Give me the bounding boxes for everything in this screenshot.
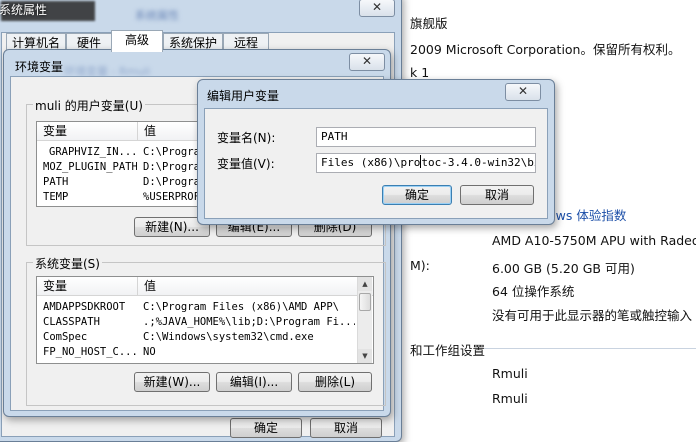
sys-cancel-button[interactable]: 取消 — [310, 418, 382, 438]
system-variables-label: 系统变量(S) — [33, 255, 102, 272]
edit-window-title: 编辑用户变量 — [207, 89, 280, 103]
window-title: 系统属性 — [0, 3, 48, 17]
variable-value-input[interactable]: Files (x86)\protoc-3.4.0-win32\bin; — [316, 153, 536, 173]
variable-name-cell: GRAPHVIZ_IN... — [49, 146, 137, 158]
scroll-up-icon[interactable]: ▲ — [358, 277, 372, 291]
variable-name-cell: PATH — [43, 176, 69, 188]
workgroup-heading: 和工作组设置 — [410, 343, 486, 358]
system-col-variable[interactable]: 变量 — [37, 277, 67, 295]
edit-cancel-button[interactable]: 取消 — [460, 185, 534, 205]
sys-ok-button[interactable]: 确定 — [230, 418, 302, 438]
memory-value: 6.00 GB (5.20 GB 可用) — [492, 261, 635, 276]
variable-name-cell: FP_NO_HOST_C... — [43, 346, 137, 358]
system-list-header: 变量 值 — [37, 277, 373, 296]
table-row[interactable]: FP_NO_HOST_C... NO — [37, 345, 357, 360]
user-col-variable[interactable]: 变量 — [37, 122, 67, 140]
section-divider — [484, 348, 696, 349]
variable-name-cell: TEMP — [43, 191, 69, 203]
system-variables-list[interactable]: 变量 值 AMDAPPSDKROOT C:\Program Files (x86)… — [36, 276, 374, 364]
pen-touch-value: 没有可用于此显示器的笔或触控输入 — [492, 308, 693, 323]
user-col-value[interactable]: 值 — [138, 122, 156, 140]
copyright-text: 2009 Microsoft Corporation。保留所有权利。 — [410, 42, 681, 57]
variable-value-cell: C:\Windows\system32\cmd.exe — [143, 331, 314, 343]
variable-value-text-after: toc-3.4.0-win32\bin; — [421, 156, 535, 169]
scroll-thumb[interactable] — [359, 293, 371, 311]
variable-name-input[interactable]: PATH — [316, 127, 536, 147]
system-edit-button[interactable]: 编辑(I)... — [216, 372, 292, 392]
tab-advanced[interactable]: 高级 — [111, 30, 163, 52]
computer-name-value: Rmuli — [492, 366, 528, 381]
variable-value-label: 变量值(V): — [217, 157, 275, 171]
service-pack: k 1 — [410, 65, 430, 80]
variable-name-label: 变量名(N): — [217, 131, 276, 145]
processor-value: AMD A10-5750M APU with Radeon — [492, 233, 696, 248]
variable-name-cell: MOZ_PLUGIN_PATH — [43, 161, 137, 173]
variable-value-cell: NO — [143, 346, 156, 358]
experience-index-link[interactable]: ows 体验指数 — [548, 205, 626, 224]
windows-edition: 旗舰版 — [410, 16, 448, 31]
env-close-icon[interactable]: ✕ — [349, 53, 385, 71]
env-window-title: 环境变量 — [15, 60, 64, 74]
blurred-title-text: 系统属性 — [135, 9, 179, 22]
full-name-value: Rmuli — [492, 391, 528, 406]
system-col-value[interactable]: 值 — [138, 277, 156, 295]
variable-name-cell: CLASSPATH — [43, 316, 100, 328]
edit-ok-button[interactable]: 确定 — [382, 185, 452, 205]
table-row[interactable]: CLASSPATH .;%JAVA_HOME%\lib;D:\Program Fi… — [37, 315, 357, 330]
close-icon[interactable]: ✕ — [359, 0, 395, 17]
scroll-down-icon[interactable]: ▼ — [358, 349, 372, 363]
variable-value-text-before: Files (x86)\pro — [321, 156, 421, 169]
variable-name-cell: ComSpec — [43, 331, 88, 343]
variable-name-text: PATH — [321, 130, 348, 143]
edit-close-icon[interactable]: ✕ — [505, 83, 541, 101]
table-row[interactable]: ComSpec C:\Windows\system32\cmd.exe — [37, 330, 357, 345]
variable-value-cell: C:\Program Files (x86)\AMD APP\ — [143, 301, 339, 313]
table-row[interactable]: AMDAPPSDKROOT C:\Program Files (x86)\AMD … — [37, 300, 357, 315]
memory-label: M): — [410, 258, 430, 273]
system-new-button[interactable]: 新建(W)... — [134, 372, 210, 392]
variable-value-cell: .;%JAVA_HOME%\lib;D:\Program Fi... — [143, 316, 355, 328]
system-list-scrollbar[interactable]: ▲ ▼ — [357, 277, 372, 363]
variable-name-cell: AMDAPPSDKROOT — [43, 301, 126, 313]
user-variables-label: muli 的用户变量(U) — [33, 97, 145, 114]
system-delete-button[interactable]: 删除(L) — [298, 372, 372, 392]
system-type-value: 64 位操作系统 — [492, 284, 575, 299]
